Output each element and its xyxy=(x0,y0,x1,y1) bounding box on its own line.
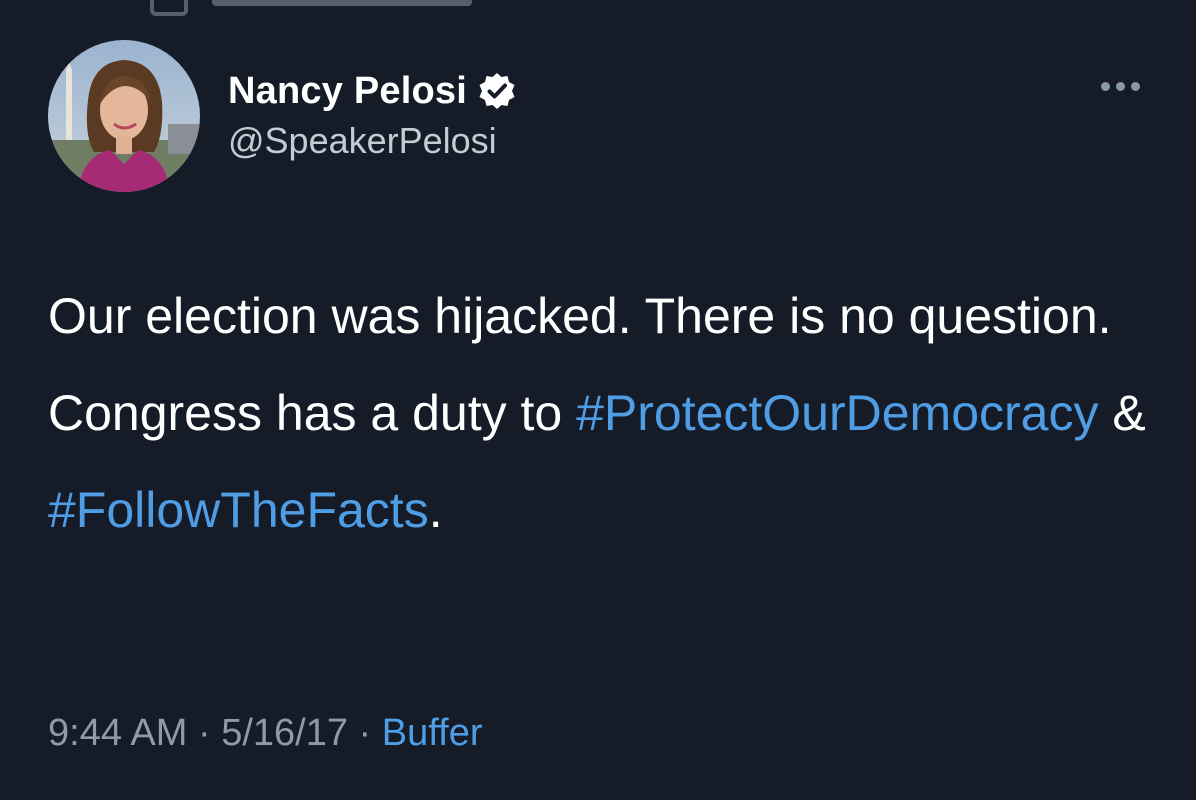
meta-separator: · xyxy=(187,712,222,754)
tweet-text-part: . xyxy=(428,482,443,538)
user-handle[interactable]: @SpeakerPelosi xyxy=(228,120,517,162)
cropped-text-bar xyxy=(212,0,472,6)
cropped-top-bar xyxy=(150,0,472,16)
meta-separator: · xyxy=(348,712,382,754)
tweet-text-part: & xyxy=(1098,385,1146,441)
display-name-row: Nancy Pelosi xyxy=(228,66,517,116)
more-dot xyxy=(1101,82,1110,91)
display-name[interactable]: Nancy Pelosi xyxy=(228,70,467,113)
user-info[interactable]: Nancy Pelosi @SpeakerPelosi xyxy=(228,66,517,162)
hashtag-link[interactable]: #FollowTheFacts xyxy=(48,482,429,538)
tweet-date: 5/16/17 xyxy=(221,712,348,754)
tweet-metadata: 9:44 AM · 5/16/17 · Buffer xyxy=(48,712,482,755)
hashtag-link[interactable]: #ProtectOurDemocracy xyxy=(576,385,1098,441)
avatar[interactable] xyxy=(48,40,200,192)
more-options-icon[interactable] xyxy=(1101,82,1140,91)
tweet-screen: Nancy Pelosi @SpeakerPelosi Our election… xyxy=(0,0,1196,800)
tweet-source-link[interactable]: Buffer xyxy=(382,712,483,754)
more-dot xyxy=(1116,82,1125,91)
tweet-text: Our election was hijacked. There is no q… xyxy=(48,268,1158,559)
retweet-icon xyxy=(150,0,188,16)
more-dot xyxy=(1131,82,1140,91)
tweet-time: 9:44 AM xyxy=(48,712,188,754)
verified-badge-icon xyxy=(477,71,517,111)
